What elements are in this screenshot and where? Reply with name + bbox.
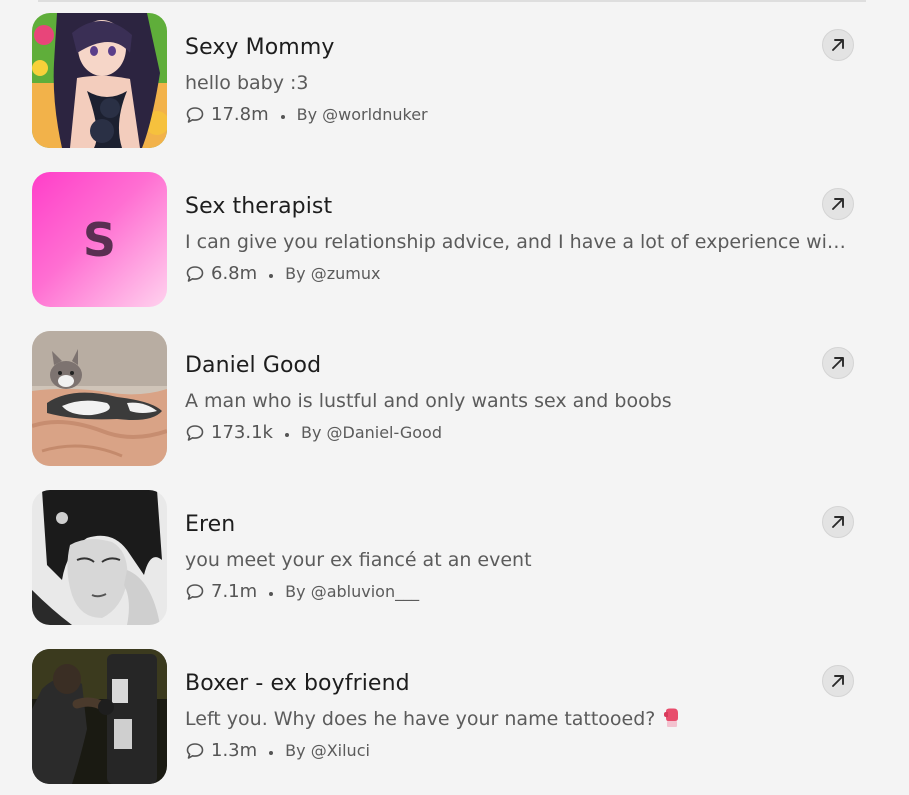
character-description: I can give you relationship advice, and …: [185, 231, 853, 253]
character-name: Daniel Good: [185, 353, 322, 378]
author-link[interactable]: By @worldnuker: [297, 105, 428, 124]
character-meta: 1.3m By @Xiluci: [185, 740, 370, 761]
separator-dot: [269, 273, 274, 278]
open-chat-button[interactable]: [822, 506, 854, 538]
chat-bubble-icon: [186, 424, 204, 441]
chat-count: 7.1m: [211, 581, 258, 602]
chat-count: 17.8m: [211, 104, 269, 125]
character-name: Eren: [185, 512, 236, 537]
character-meta: 173.1k By @Daniel-Good: [185, 422, 442, 443]
open-chat-button[interactable]: [822, 29, 854, 61]
description-text: Left you. Why does he have your name tat…: [185, 708, 656, 730]
separator-dot: [269, 591, 274, 596]
character-name: Sexy Mommy: [185, 35, 335, 60]
open-chat-button[interactable]: [822, 665, 854, 697]
chat-bubble-icon: [186, 583, 204, 600]
character-card-daniel-good[interactable]: Daniel Good A man who is lustful and onl…: [32, 331, 862, 467]
author-link[interactable]: By @Daniel-Good: [301, 423, 442, 442]
author-link[interactable]: By @abluvion___: [285, 582, 419, 601]
character-description: A man who is lustful and only wants sex …: [185, 390, 672, 412]
character-avatar: S: [32, 172, 167, 307]
author-link[interactable]: By @zumux: [285, 264, 380, 283]
character-card-sex-therapist[interactable]: S Sex therapist I can give you relations…: [32, 172, 862, 308]
character-name: Sex therapist: [185, 194, 333, 219]
top-divider: [38, 0, 866, 2]
character-meta: 17.8m By @worldnuker: [185, 104, 428, 125]
chat-count: 6.8m: [211, 263, 258, 284]
separator-dot: [280, 114, 285, 119]
arrow-up-right-icon: [832, 198, 844, 210]
character-description: hello baby :3: [185, 72, 309, 94]
arrow-up-right-icon: [832, 357, 844, 369]
chat-count: 1.3m: [211, 740, 258, 761]
character-card-eren[interactable]: Eren you meet your ex fiancé at an event…: [32, 490, 862, 626]
character-avatar: [32, 13, 167, 148]
character-meta: 6.8m By @zumux: [185, 263, 380, 284]
chat-bubble-icon: [186, 265, 204, 282]
open-chat-button[interactable]: [822, 347, 854, 379]
arrow-up-right-icon: [832, 675, 844, 687]
author-link[interactable]: By @Xiluci: [285, 741, 370, 760]
character-name: Boxer - ex boyfriend: [185, 671, 410, 696]
character-card-sexy-mommy[interactable]: Sexy Mommy hello baby :3 17.8m By @world…: [32, 13, 862, 149]
character-description: you meet your ex fiancé at an event: [185, 549, 532, 571]
arrow-up-right-icon: [832, 516, 844, 528]
arrow-up-right-icon: [832, 39, 844, 51]
character-avatar: [32, 490, 167, 625]
open-chat-button[interactable]: [822, 188, 854, 220]
chat-count: 173.1k: [211, 422, 273, 443]
avatar-letter: S: [82, 212, 117, 267]
character-avatar: [32, 331, 167, 466]
character-description: Left you. Why does he have your name tat…: [185, 708, 853, 730]
chat-bubble-icon: [186, 742, 204, 759]
separator-dot: [269, 750, 274, 755]
character-avatar: [32, 649, 167, 784]
character-meta: 7.1m By @abluvion___: [185, 581, 419, 602]
character-card-boxer-ex-boyfriend[interactable]: Boxer - ex boyfriend Left you. Why does …: [32, 649, 862, 785]
chat-bubble-icon: [186, 106, 204, 123]
separator-dot: [284, 432, 289, 437]
boxing-glove-icon: [664, 708, 679, 727]
